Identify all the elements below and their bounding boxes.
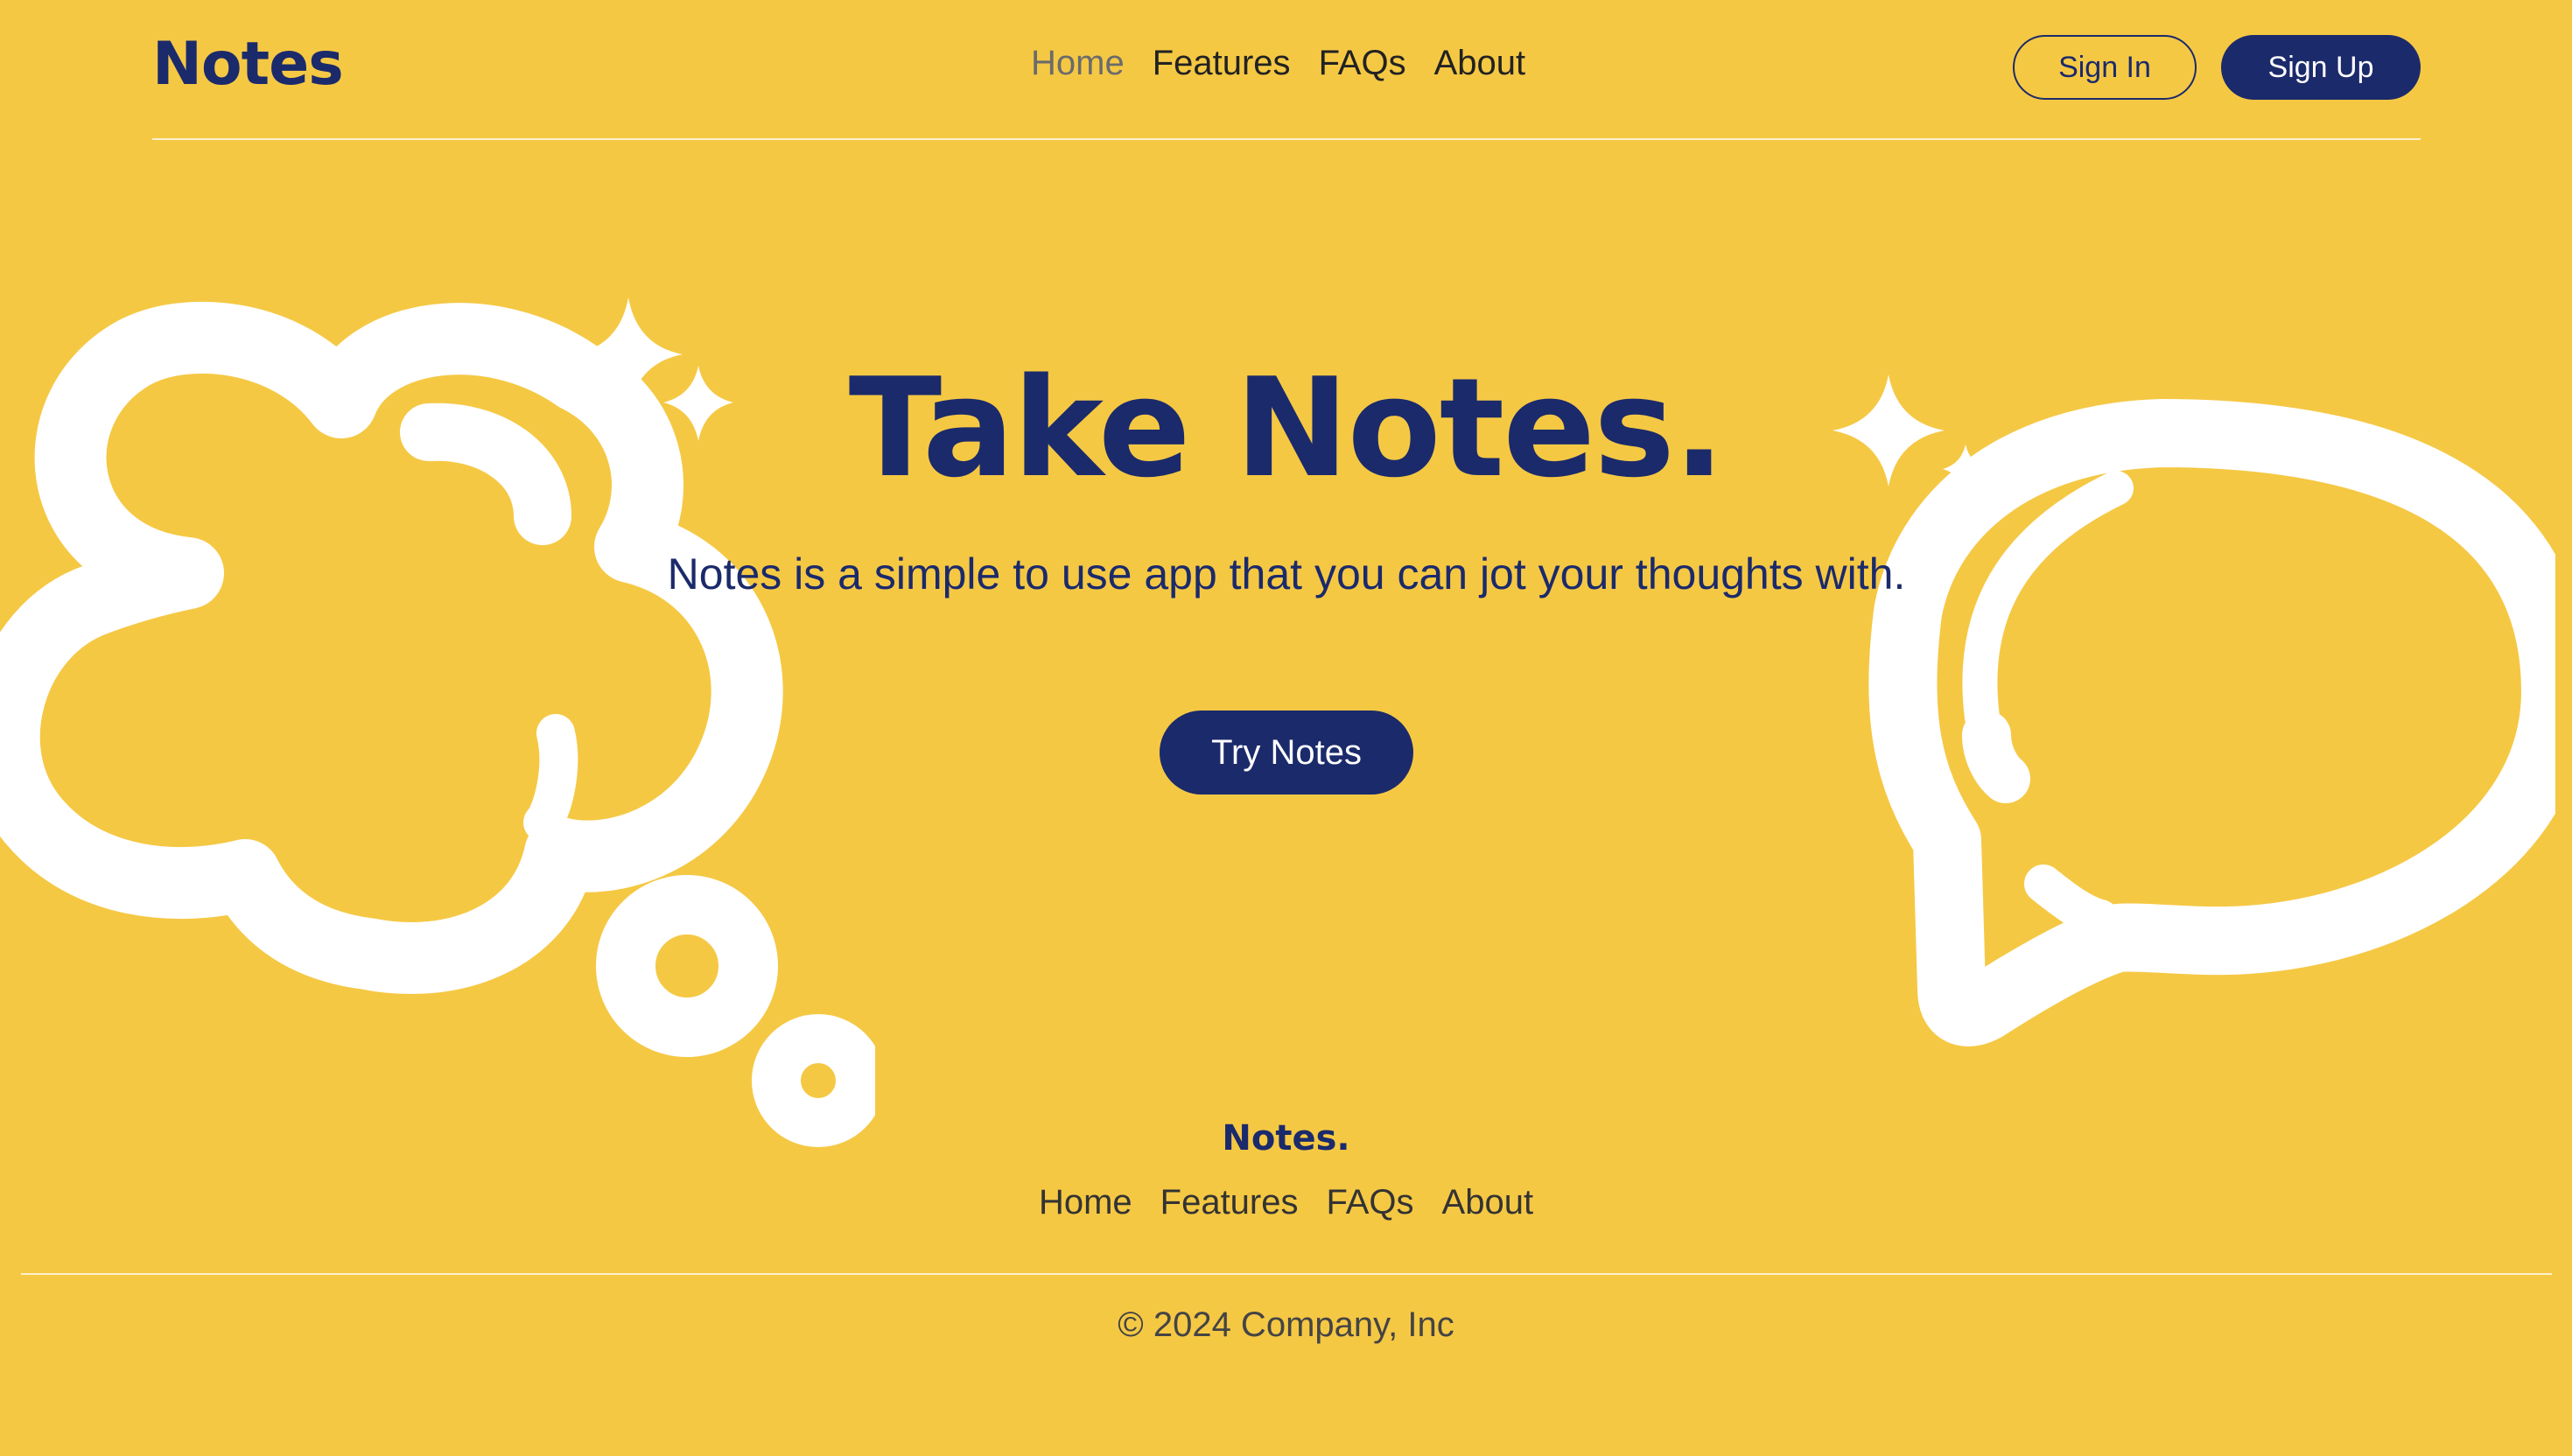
sign-in-button[interactable]: Sign In xyxy=(2013,35,2197,100)
hero-title: Take Notes. xyxy=(848,348,1725,508)
main-nav: Home Features FAQs About xyxy=(1031,44,1525,83)
nav-features[interactable]: Features xyxy=(1153,44,1291,83)
footer-divider xyxy=(21,1273,2552,1275)
footer-nav-faqs[interactable]: FAQs xyxy=(1327,1183,1414,1222)
hero-subtitle: Notes is a simple to use app that you ca… xyxy=(667,550,1906,598)
copyright-text: © 2024 Company, Inc xyxy=(1118,1306,1454,1344)
footer-nav-about[interactable]: About xyxy=(1442,1183,1534,1222)
nav-faqs[interactable]: FAQs xyxy=(1319,44,1406,83)
footer-logo: Notes. xyxy=(1222,1118,1350,1158)
speech-bubble-icon xyxy=(1868,399,2572,1046)
logo[interactable]: Notes xyxy=(152,30,344,99)
site-header: Notes Home Features FAQs About Sign In S… xyxy=(152,0,2421,140)
footer-nav-features[interactable]: Features xyxy=(1160,1183,1299,1222)
sign-up-button[interactable]: Sign Up xyxy=(2221,35,2421,100)
footer-nav: Home Features FAQs About xyxy=(0,1183,2572,1222)
nav-home[interactable]: Home xyxy=(1031,44,1125,83)
nav-about[interactable]: About xyxy=(1434,44,1526,83)
try-notes-button[interactable]: Try Notes xyxy=(1160,710,1413,794)
landing-page: Notes Home Features FAQs About Sign In S… xyxy=(0,0,2572,1456)
footer-nav-home[interactable]: Home xyxy=(1039,1183,1132,1222)
